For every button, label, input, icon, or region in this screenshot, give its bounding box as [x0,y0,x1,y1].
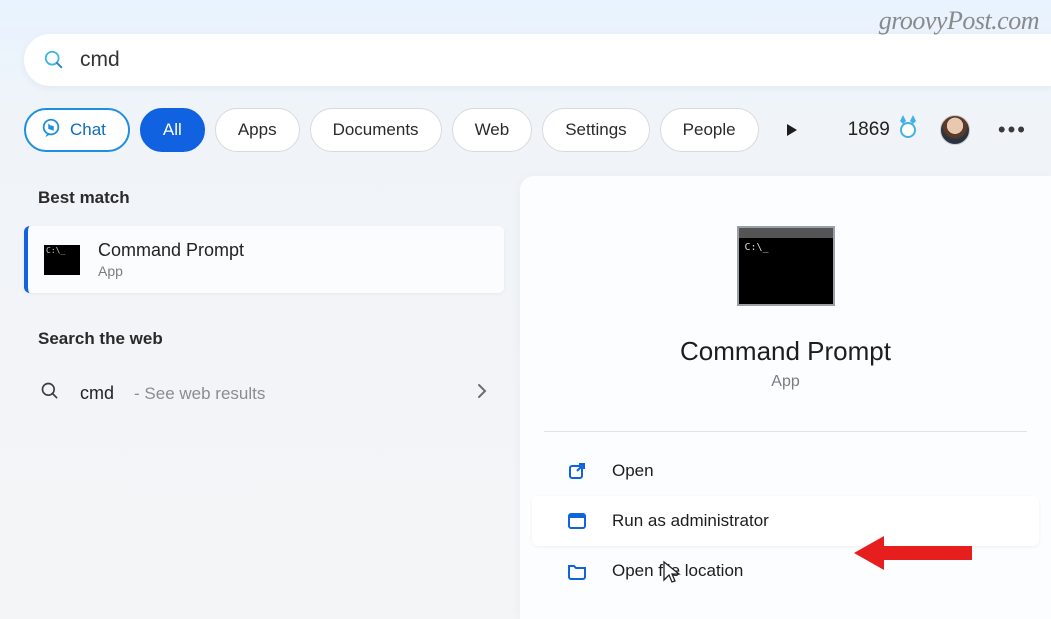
command-prompt-icon-large: C:\_ [737,226,835,306]
preview-title: Command Prompt [520,336,1051,367]
filter-web[interactable]: Web [452,108,533,152]
action-open-location-label: Open file location [612,561,743,581]
best-match-label: Best match [38,188,504,208]
user-avatar[interactable] [940,115,970,145]
watermark-text: groovyPost.com [879,6,1039,36]
preview-subtitle: App [520,373,1051,391]
web-result-term: cmd [80,383,114,404]
action-open-label: Open [612,461,654,481]
shield-window-icon [566,510,588,532]
result-command-prompt[interactable]: Command Prompt App [24,226,504,293]
rewards-points[interactable]: 1869 [848,115,918,145]
external-link-icon [566,460,588,482]
header-right-tools: 1869 ••• [848,115,1051,145]
divider [544,431,1027,432]
preview-icon-wrap: C:\_ [520,226,1051,306]
chat-label: Chat [70,120,106,140]
results-pane: Best match Command Prompt App Search the… [24,188,504,420]
filter-settings[interactable]: Settings [542,108,649,152]
search-input[interactable] [80,48,1051,72]
more-filters-button[interactable] [779,117,805,143]
more-options-button[interactable]: ••• [992,117,1033,143]
web-result-cmd[interactable]: cmd - See web results [24,367,504,420]
rewards-medal-icon [898,115,918,145]
search-icon [42,48,66,72]
filter-all[interactable]: All [140,108,205,152]
result-subtitle: App [98,263,244,279]
search-web-label: Search the web [38,329,504,349]
folder-icon [566,560,588,582]
search-bar[interactable] [24,34,1051,86]
bing-chat-icon [40,117,62,144]
action-open-file-location[interactable]: Open file location [532,546,1039,596]
search-icon [40,381,60,406]
action-run-as-administrator[interactable]: Run as administrator [532,496,1039,546]
points-value: 1869 [848,119,890,141]
filter-documents[interactable]: Documents [310,108,442,152]
filter-apps[interactable]: Apps [215,108,300,152]
web-result-hint: - See web results [134,384,265,404]
command-prompt-icon [44,245,80,275]
filter-row: Chat All Apps Documents Web Settings Peo… [24,108,1051,152]
chat-button[interactable]: Chat [24,108,130,152]
action-open[interactable]: Open [532,446,1039,496]
filter-people[interactable]: People [660,108,759,152]
action-run-admin-label: Run as administrator [612,511,769,531]
chevron-right-icon [476,383,488,404]
preview-pane: C:\_ Command Prompt App Open Run as admi… [520,176,1051,619]
result-title: Command Prompt [98,240,244,261]
